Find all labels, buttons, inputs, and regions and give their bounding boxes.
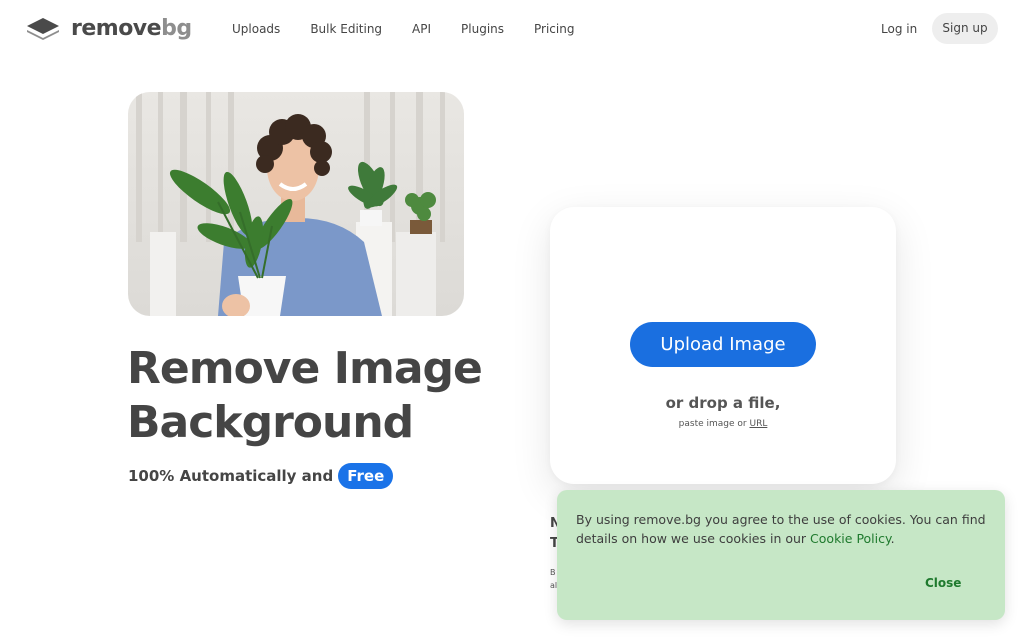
obscured-small-line-1: B — [550, 568, 556, 577]
paste-prefix: paste image or — [678, 419, 747, 429]
cookie-close-button[interactable]: Close — [925, 576, 961, 590]
nav-plugins[interactable]: Plugins — [461, 20, 504, 38]
url-link[interactable]: URL — [749, 419, 767, 429]
cookie-text: By using remove.bg you agree to the use … — [576, 510, 988, 548]
cookie-policy-link[interactable]: Cookie Policy — [810, 531, 891, 546]
cookie-period: . — [890, 531, 895, 546]
drop-file-text: or drop a file, — [665, 394, 781, 412]
hero-photo — [128, 92, 464, 316]
logo-word-bg: bg — [161, 16, 192, 41]
subtitle-text: 100% Automatically and — [128, 467, 334, 485]
main-nav: Uploads Bulk Editing API Plugins Pricing — [232, 20, 604, 38]
hero-headline: Remove Image Background — [127, 342, 527, 450]
logo-word-remove: remove — [71, 16, 162, 41]
hero-subtitle: 100% Automatically and Free — [128, 463, 394, 489]
nav-pricing[interactable]: Pricing — [534, 20, 574, 38]
paste-line: paste image or URL — [550, 419, 896, 429]
upload-card[interactable]: Upload Image or drop a file, paste image… — [550, 207, 896, 484]
logo[interactable]: removebg — [25, 15, 192, 43]
nav-bulk-editing[interactable]: Bulk Editing — [310, 20, 382, 38]
nav-api[interactable]: API — [412, 20, 431, 38]
cookie-banner: By using remove.bg you agree to the use … — [557, 490, 1005, 620]
layers-logo-icon — [25, 16, 61, 42]
headline-line-2: Background — [127, 397, 414, 448]
cookie-message: By using remove.bg you agree to the use … — [576, 512, 986, 546]
logo-text: removebg — [71, 15, 192, 43]
login-link[interactable]: Log in — [881, 20, 917, 38]
signup-button[interactable]: Sign up — [932, 13, 998, 44]
nav-uploads[interactable]: Uploads — [232, 20, 280, 38]
headline-line-1: Remove Image — [127, 343, 483, 394]
site-header: removebg Uploads Bulk Editing API Plugin… — [0, 0, 1024, 58]
free-badge: Free — [338, 463, 394, 489]
upload-image-button[interactable]: Upload Image — [630, 322, 816, 367]
